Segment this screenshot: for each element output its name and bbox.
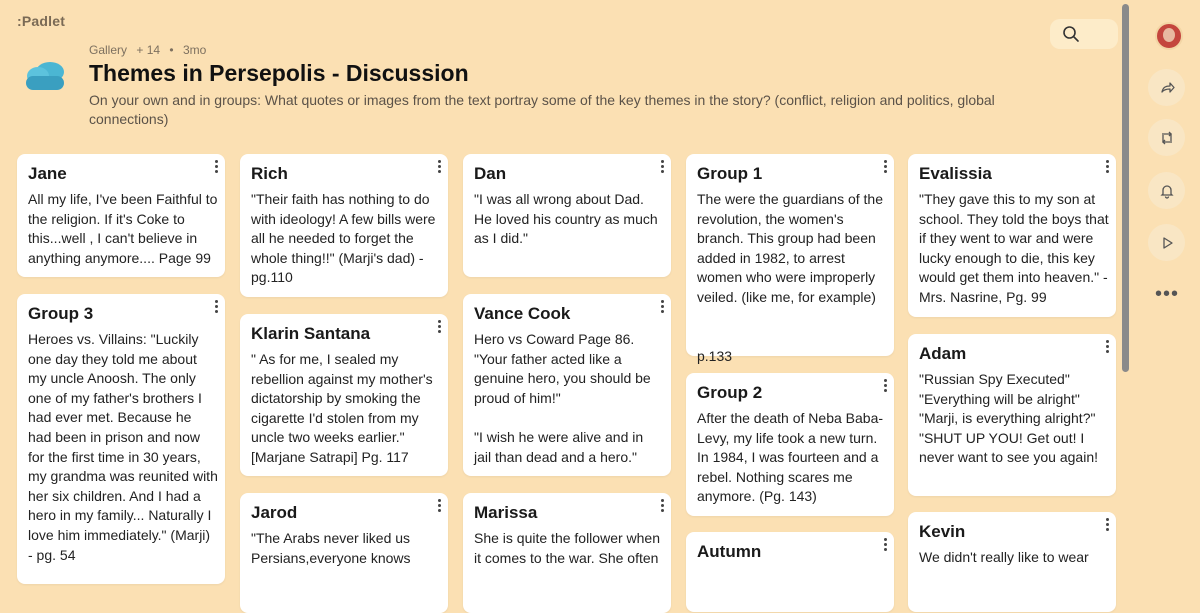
- post-card[interactable]: Rich "Their faith has nothing to do with…: [240, 154, 448, 297]
- post-author: Adam: [919, 344, 967, 363]
- post-body: "I was all wrong about Dad. He loved his…: [474, 191, 658, 247]
- post-menu-icon[interactable]: [659, 499, 665, 513]
- post-card[interactable]: Vance Cook Hero vs Coward Page 86. "Your…: [463, 294, 671, 476]
- play-icon: [1162, 236, 1173, 249]
- post-card[interactable]: Autumn: [686, 532, 894, 612]
- remake-button[interactable]: [1148, 119, 1185, 156]
- post-card[interactable]: Kevin We didn't really like to wear: [908, 512, 1116, 612]
- post-menu-icon[interactable]: [1104, 518, 1110, 532]
- post-card[interactable]: Marissa She is quite the follower when i…: [463, 493, 671, 613]
- cloud-icon: [26, 62, 64, 90]
- padlet-logo[interactable]: :Padlet: [17, 13, 65, 29]
- bell-icon: [1159, 184, 1174, 199]
- post-author: Jane: [28, 164, 67, 183]
- search-button[interactable]: [1050, 19, 1118, 49]
- post-body: All my life, I've been Faithful to the r…: [28, 191, 218, 266]
- share-button[interactable]: [1148, 69, 1185, 106]
- more-button[interactable]: •••: [1155, 283, 1179, 306]
- slideshow-button[interactable]: [1148, 224, 1185, 261]
- post-author: Rich: [251, 164, 288, 183]
- post-card[interactable]: Evalissia "They gave this to my son at s…: [908, 154, 1116, 317]
- board-meta: Gallery + 14 • 3mo: [89, 43, 207, 57]
- post-author: Autumn: [697, 542, 762, 561]
- post-menu-icon[interactable]: [659, 300, 665, 314]
- post-menu-icon[interactable]: [1104, 340, 1110, 354]
- post-card[interactable]: Adam "Russian Spy Executed" "Everything …: [908, 334, 1116, 496]
- post-card[interactable]: Group 1 The were the guardians of the re…: [686, 154, 894, 364]
- post-card[interactable]: Group 3 Heroes vs. Villains: "Luckily on…: [17, 294, 225, 584]
- post-body: "They gave this to my son at school. The…: [919, 191, 1109, 305]
- post-menu-icon[interactable]: [1104, 160, 1110, 174]
- post-body: "The Arabs never liked us Persians,every…: [251, 530, 411, 566]
- post-card[interactable]: Klarin Santana " As for me, I sealed my …: [240, 314, 448, 476]
- post-menu-icon[interactable]: [882, 379, 888, 393]
- board-description: On your own and in groups: What quotes o…: [89, 92, 995, 127]
- post-card[interactable]: Group 2 After the death of Neba Baba-Lev…: [686, 373, 894, 516]
- post-body: Heroes vs. Villains: "Luckily one day th…: [28, 331, 218, 563]
- share-icon: [1160, 81, 1175, 93]
- post-body: The were the guardians of the revolution…: [697, 191, 884, 364]
- post-body: "Russian Spy Executed" "Everything will …: [919, 371, 1099, 466]
- post-author: Klarin Santana: [251, 324, 371, 343]
- post-card[interactable]: Jane All my life, I've been Faithful to …: [17, 154, 225, 277]
- post-body: We didn't really like to wear: [919, 549, 1089, 565]
- post-body: "Their faith has nothing to do with ideo…: [251, 191, 436, 286]
- post-author: Group 2: [697, 383, 763, 402]
- post-author: Group 1: [697, 164, 763, 183]
- post-menu-icon[interactable]: [213, 300, 219, 314]
- notifications-button[interactable]: [1148, 172, 1185, 209]
- contributor-count[interactable]: + 14: [136, 43, 160, 57]
- section-label[interactable]: Gallery: [89, 43, 127, 57]
- user-avatar[interactable]: [1155, 22, 1183, 50]
- post-menu-icon[interactable]: [436, 160, 442, 174]
- post-card[interactable]: Jarod "The Arabs never liked us Persians…: [240, 493, 448, 613]
- post-author: Kevin: [919, 522, 966, 541]
- search-icon: [1063, 26, 1079, 42]
- post-author: Jarod: [251, 503, 298, 522]
- post-menu-icon[interactable]: [213, 160, 219, 174]
- post-body: She is quite the follower when it comes …: [474, 530, 660, 566]
- remake-icon: [1161, 131, 1172, 144]
- page-title: Themes in Persepolis - Discussion: [89, 60, 469, 86]
- board-age: 3mo: [182, 43, 207, 57]
- post-menu-icon[interactable]: [436, 499, 442, 513]
- post-body: " As for me, I sealed my rebellion again…: [251, 351, 433, 465]
- post-menu-icon[interactable]: [659, 160, 665, 174]
- post-card[interactable]: Dan "I was all wrong about Dad. He loved…: [463, 154, 671, 277]
- post-menu-icon[interactable]: [436, 320, 442, 334]
- post-body: Hero vs Coward Page 86. "Your father act…: [474, 331, 651, 465]
- post-author: Dan: [474, 164, 507, 183]
- post-author: Evalissia: [919, 164, 992, 183]
- post-author: Marissa: [474, 503, 538, 522]
- post-author: Group 3: [28, 304, 94, 323]
- post-author: Vance Cook: [474, 304, 571, 323]
- post-body: After the death of Neba Baba-Levy, my li…: [697, 410, 884, 505]
- post-menu-icon[interactable]: [882, 160, 888, 174]
- post-menu-icon[interactable]: [882, 538, 888, 552]
